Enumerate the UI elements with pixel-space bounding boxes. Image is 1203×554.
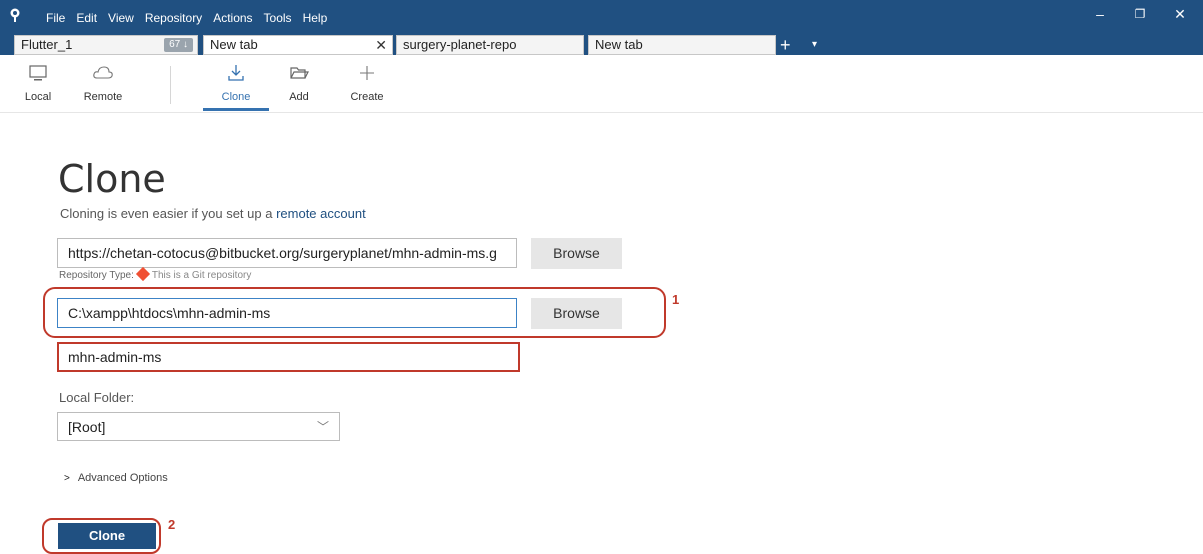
menu-view[interactable]: View [108, 11, 134, 25]
menu-tools[interactable]: Tools [264, 11, 292, 25]
advanced-options-label: Advanced Options [77, 472, 168, 484]
active-tool-indicator [203, 108, 269, 111]
remote-button[interactable]: Remote [78, 63, 128, 103]
local-folder-value: [Root] [68, 419, 106, 435]
annotation-number-2: 2 [168, 517, 176, 532]
close-icon[interactable]: ✕ [375, 36, 387, 54]
clone-tool-button[interactable]: Clone [211, 63, 261, 103]
subtitle-text: Cloning is even easier if you set up a [60, 206, 277, 221]
cloud-icon [78, 63, 128, 85]
clone-submit-button[interactable]: Clone [58, 523, 156, 549]
advanced-options-toggle[interactable]: > Advanced Options [64, 472, 168, 484]
create-button[interactable]: Create [342, 63, 392, 103]
create-label: Create [350, 91, 384, 103]
toolbar-divider [170, 66, 171, 104]
tab-new-active[interactable]: New tab ✕ [203, 35, 393, 55]
local-label: Local [24, 91, 52, 103]
monitor-icon [13, 63, 63, 85]
minimize-button[interactable]: – [1080, 4, 1120, 24]
download-icon [211, 63, 261, 85]
annotation-number-1: 1 [672, 292, 680, 307]
chevron-down-icon: ﹀ [316, 420, 329, 434]
tab-new[interactable]: New tab [588, 35, 776, 55]
add-tab-icon[interactable]: + [780, 35, 791, 55]
page-subtitle: Cloning is even easier if you set up a r… [60, 206, 366, 221]
source-url-input[interactable]: https://chetan-cotocus@bitbucket.org/sur… [57, 238, 517, 268]
browse-source-button[interactable]: Browse [531, 238, 622, 269]
annotation-highlight-1 [43, 287, 666, 338]
toolbar [0, 55, 1203, 113]
menu-help[interactable]: Help [303, 11, 328, 25]
close-window-button[interactable]: ✕ [1160, 4, 1200, 24]
page-title: Clone [58, 157, 166, 201]
menu-edit[interactable]: Edit [76, 11, 97, 25]
tab-label: New tab [210, 37, 258, 52]
git-icon [135, 266, 150, 282]
incoming-count-badge: 67 ↓ [164, 38, 193, 52]
title-bar: File Edit View Repository Actions Tools … [0, 0, 1203, 35]
repo-type-label: Repository Type: [59, 270, 134, 281]
sourcetree-logo-icon [10, 8, 20, 22]
menu-actions[interactable]: Actions [213, 11, 252, 25]
repo-type-value: This is a Git repository [151, 270, 252, 281]
add-button[interactable]: Add [274, 63, 324, 103]
tab-menu-chevron-icon[interactable]: ▾ [812, 38, 817, 52]
menu-repository[interactable]: Repository [145, 11, 202, 25]
tab-label: Flutter_1 [21, 37, 73, 52]
local-folder-label: Local Folder: [59, 390, 135, 405]
tab-label: New tab [595, 37, 643, 52]
local-button[interactable]: Local [13, 63, 63, 103]
chevron-right-icon: > [64, 473, 70, 484]
repository-name-input[interactable]: mhn-admin-ms [57, 342, 520, 372]
menu-file[interactable]: File [46, 11, 65, 25]
repository-type: Repository Type: This is a Git repository [59, 266, 252, 282]
folder-icon [274, 63, 324, 85]
remote-label: Remote [83, 91, 123, 103]
remote-account-link[interactable]: remote account [276, 206, 366, 221]
tab-flutter[interactable]: Flutter_1 67 ↓ [14, 35, 198, 55]
menu-bar: File Edit View Repository Actions Tools … [46, 11, 327, 25]
local-folder-select[interactable]: [Root] ﹀ [57, 412, 340, 441]
tab-label: surgery-planet-repo [403, 37, 517, 52]
tab-surgery-planet-repo[interactable]: surgery-planet-repo [396, 35, 584, 55]
add-label: Add [289, 91, 309, 103]
restore-button[interactable]: ❐ [1120, 4, 1160, 24]
clone-tool-label: Clone [221, 91, 251, 103]
plus-icon [342, 63, 392, 85]
